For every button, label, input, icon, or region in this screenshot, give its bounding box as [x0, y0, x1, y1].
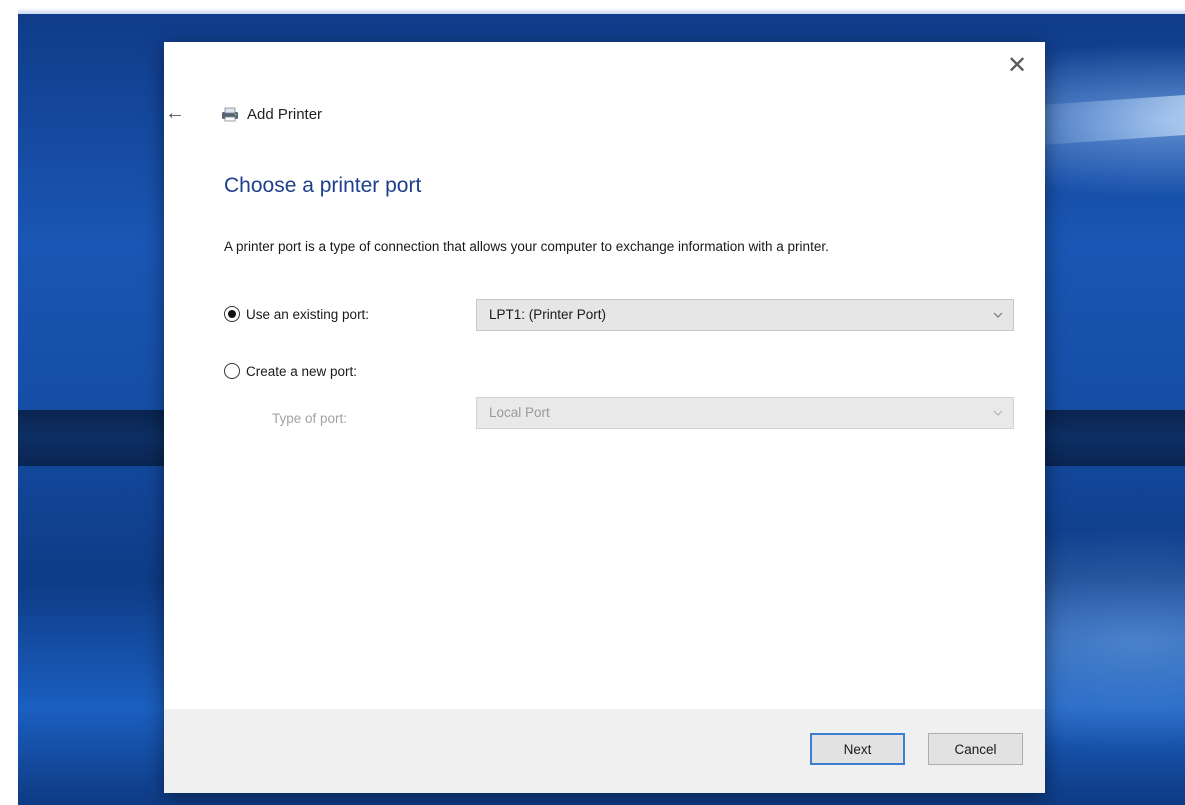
chevron-down-icon [993, 398, 1003, 440]
add-printer-dialog: ✕ ← Add Printer Choose a printer port A … [164, 42, 1045, 793]
use-existing-port-label: Use an existing port: [246, 306, 370, 322]
chevron-down-icon [993, 300, 1003, 342]
page-heading: Choose a printer port [224, 174, 422, 197]
page-description: A printer port is a type of connection t… [224, 239, 829, 254]
dialog-footer: Next Cancel [164, 709, 1045, 793]
existing-port-value: LPT1: (Printer Port) [489, 307, 607, 322]
cancel-button[interactable]: Cancel [928, 733, 1023, 765]
create-new-port-radio[interactable] [224, 363, 240, 379]
use-existing-port-radio[interactable] [224, 306, 240, 322]
close-icon: ✕ [1006, 52, 1028, 79]
create-new-port-label: Create a new port: [246, 363, 358, 379]
create-new-port-option[interactable]: Create a new port: [224, 363, 357, 379]
next-button[interactable]: Next [810, 733, 905, 765]
window-title-bar: Add Printer [220, 102, 322, 126]
back-button[interactable]: ← [160, 100, 190, 126]
back-arrow-icon: ← [165, 102, 185, 124]
existing-port-select[interactable]: LPT1: (Printer Port) [476, 299, 1014, 331]
use-existing-port-option[interactable]: Use an existing port: [224, 306, 369, 322]
type-of-port-select[interactable]: Local Port [476, 397, 1014, 429]
close-button[interactable]: ✕ [1003, 52, 1031, 80]
type-of-port-value: Local Port [489, 405, 550, 420]
window-title: Add Printer [247, 105, 323, 123]
printer-icon [222, 107, 238, 122]
type-of-port-label: Type of port: [272, 411, 348, 426]
